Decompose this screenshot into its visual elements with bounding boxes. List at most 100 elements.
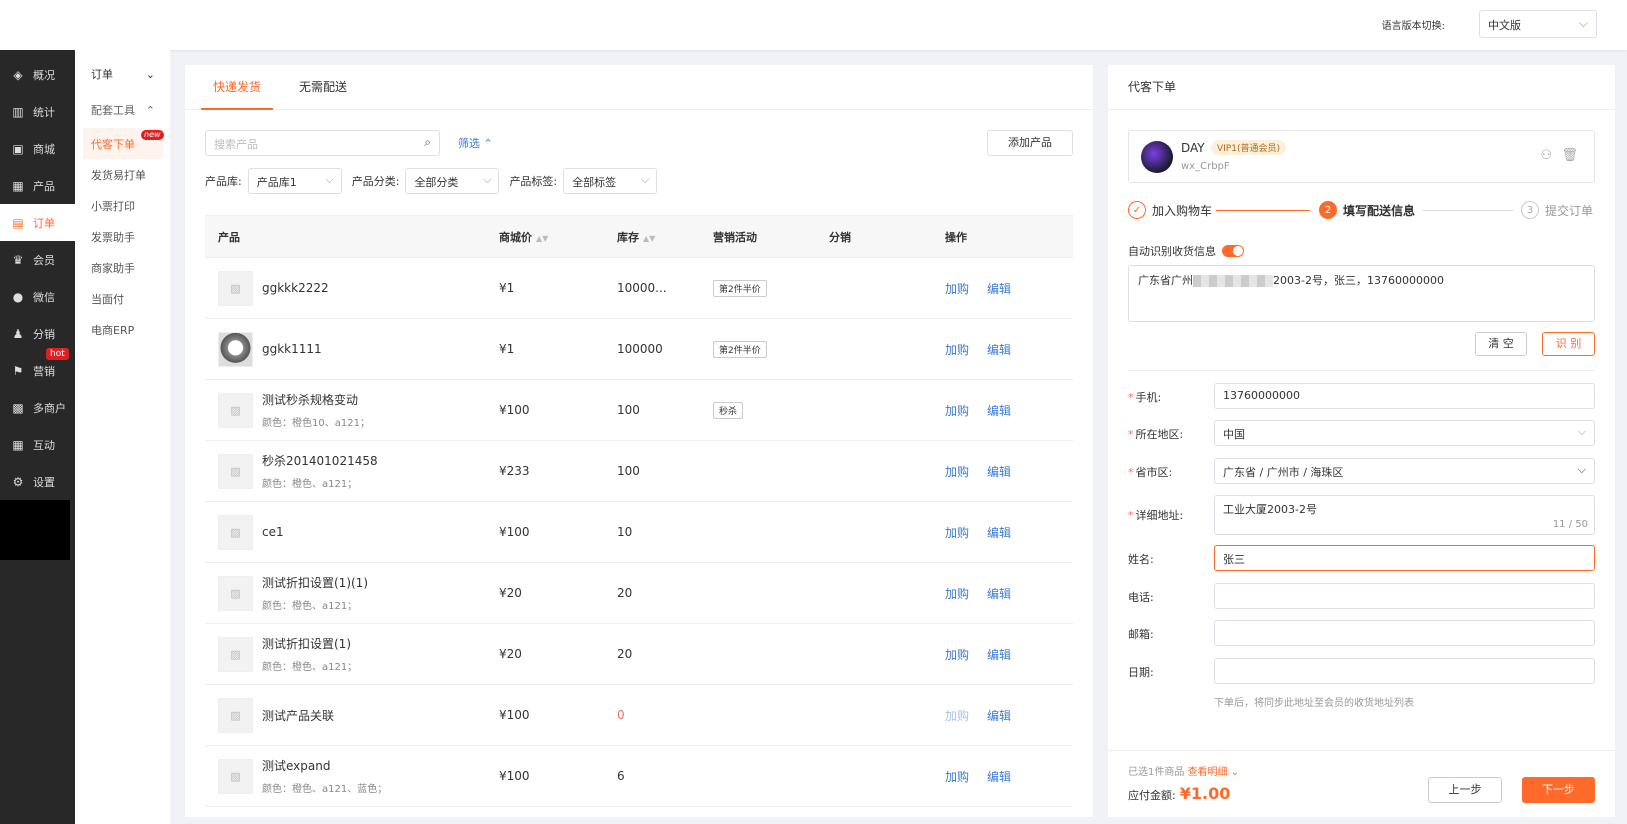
switch-user-icon[interactable]: ⚇ [1540, 148, 1552, 163]
search-icon[interactable]: ⌕ [424, 135, 431, 150]
address-paste-area[interactable]: 广东省广州 2003-2号，张三，13760000000 [1128, 265, 1595, 322]
tab-no-delivery[interactable]: 无需配送 [287, 65, 359, 110]
tel-input[interactable] [1214, 583, 1595, 609]
add-product-button[interactable]: 添加产品 [987, 130, 1073, 156]
product-panel: 快递发货 无需配送 搜索产品 ⌕ 筛选 ⌃ 添加产品 产品库: 产品库1 ⌵ 产品… [185, 65, 1093, 817]
address-textarea[interactable]: 工业大厦2003-2号 11 / 50 [1214, 495, 1595, 535]
product-name: 测试折扣设置(1)(1) [262, 576, 368, 590]
add-to-cart-link[interactable]: 加购 [945, 343, 969, 357]
edit-link[interactable]: 编辑 [987, 526, 1011, 540]
add-to-cart-link[interactable]: 加购 [945, 587, 969, 601]
add-to-cart-link[interactable]: 加购 [945, 282, 969, 296]
sidebar-item-distribution[interactable]: ♟ 分销 [0, 315, 75, 352]
grid-icon: ▦ [12, 178, 24, 193]
table-row: ▨ 测试产品关联 ¥100 0 加购 编辑 [205, 685, 1073, 746]
main-sidebar: ◈ 概况 ▥ 统计 ▣ 商城 ▦ 产品 ▤ 订单 ♛ 会员 ● 微信 ♟ 分销 ⚑ 营销 hot ▩… [0, 50, 75, 824]
table-row: ▨ 测试折扣设置(1)(1) 颜色：橙色、a121； ¥20 20 加购 编辑 [205, 563, 1073, 624]
tag-select[interactable]: 全部标签 ⌵ [563, 168, 658, 194]
table-row: ▨ ce1 ¥100 10 加购 编辑 [205, 502, 1073, 563]
edit-link[interactable]: 编辑 [987, 465, 1011, 479]
library-select[interactable]: 产品库1 ⌵ [247, 168, 342, 194]
subnav-item-merchant-helper[interactable]: 商家助手 [75, 252, 170, 283]
table-row: ▨ 秒杀201401021458 颜色：橙色、a121； ¥233 100 加购 编辑 [205, 441, 1073, 502]
product-price: ¥100 [499, 525, 530, 539]
tab-express[interactable]: 快递发货 [201, 65, 274, 110]
sidebar-item-shop[interactable]: ▣ 商城 [0, 130, 75, 167]
zip-input[interactable] [1214, 620, 1595, 646]
crown-icon: ♛ [12, 252, 24, 267]
pcd-row: * 省市区: 广东省 / 广州市 / 海珠区 ⌵ [1128, 458, 1595, 484]
step-fill-info: 2 填写配送信息 [1319, 201, 1415, 219]
phone-input[interactable]: 13760000000 [1214, 383, 1595, 409]
table-row: ▨ 测试expand 颜色：橙色、a121、蓝色； ¥100 6 加购 编辑 [205, 746, 1073, 807]
add-to-cart-link[interactable]: 加购 [945, 526, 969, 540]
product-price: ¥1 [499, 281, 515, 295]
name-input[interactable]: 张三 [1214, 545, 1595, 571]
edit-link[interactable]: 编辑 [987, 770, 1011, 784]
sidebar-item-interact[interactable]: ▦ 互动 [0, 426, 75, 463]
layers-icon: ◈ [13, 67, 23, 82]
image-placeholder-icon: ▨ [218, 392, 253, 428]
subnav-group-tools[interactable]: 配套工具 ⌃ [75, 92, 170, 128]
clear-button[interactable]: 清 空 [1475, 332, 1527, 356]
auto-recognize-toggle[interactable] [1222, 245, 1244, 257]
edit-link[interactable]: 编辑 [987, 282, 1011, 296]
search-input[interactable]: 搜索产品 ⌕ [205, 130, 440, 156]
product-price: ¥1 [499, 342, 515, 356]
trash-icon[interactable]: 🗑 [1561, 148, 1578, 163]
pcd-cascader[interactable]: 广东省 / 广州市 / 海珠区 ⌵ [1214, 458, 1595, 484]
edit-link[interactable]: 编辑 [987, 587, 1011, 601]
image-placeholder-icon: ▨ [218, 575, 253, 611]
add-to-cart-link[interactable]: 加购 [945, 648, 969, 662]
divider [1128, 370, 1595, 371]
subnav-group-order[interactable]: 订单 ⌄ [75, 56, 170, 92]
subnav-item-shipping-print[interactable]: 发货易打单 [75, 159, 170, 190]
edit-link[interactable]: 编辑 [987, 343, 1011, 357]
image-placeholder-icon: ▨ [218, 270, 253, 306]
sidebar-item-settings[interactable]: ⚙ 设置 [0, 463, 75, 500]
col-price[interactable]: 商城价 ▲▼ [495, 229, 617, 245]
subnav-item-face-pay[interactable]: 当面付 [75, 283, 170, 314]
next-step-button[interactable]: 下一步 [1522, 777, 1595, 803]
add-to-cart-link[interactable]: 加购 [945, 770, 969, 784]
sidebar-item-merchant[interactable]: ▩ 多商户 [0, 389, 75, 426]
col-stock[interactable]: 库存 ▲▼ [617, 229, 713, 245]
top-bar: 语言版本切换: 中文版 ⌵ [0, 0, 1627, 50]
subnav-item-erp[interactable]: 电商ERP [75, 314, 170, 345]
date-input[interactable] [1214, 658, 1595, 684]
edit-link[interactable]: 编辑 [987, 648, 1011, 662]
sidebar-item-product[interactable]: ▦ 产品 [0, 167, 75, 204]
category-select[interactable]: 全部分类 ⌵ [405, 168, 500, 194]
language-select[interactable]: 中文版 ⌵ [1479, 10, 1597, 38]
subnav-item-proxy-order[interactable]: 代客下单 new [83, 128, 164, 159]
subnav-item-receipt-print[interactable]: 小票打印 [75, 190, 170, 221]
edit-link[interactable]: 编辑 [987, 404, 1011, 418]
sidebar-item-overview[interactable]: ◈ 概况 [0, 56, 75, 93]
zip-row: 邮箱: [1128, 620, 1595, 646]
add-to-cart-link[interactable]: 加购 [945, 465, 969, 479]
view-detail-link[interactable]: 查看明细 ⌄ [1188, 767, 1240, 778]
chevron-down-icon: ⌵ [1577, 463, 1586, 476]
add-to-cart-link[interactable]: 加购 [945, 404, 969, 418]
prev-step-button[interactable]: 上一步 [1428, 777, 1502, 803]
product-stock: 100 [617, 464, 640, 478]
filter-toggle[interactable]: 筛选 ⌃ [458, 135, 493, 151]
product-price: ¥100 [499, 769, 530, 783]
distribution-icon: ♟ [12, 326, 24, 341]
sidebar-item-order[interactable]: ▤ 订单 [0, 204, 75, 241]
region-select[interactable]: 中国 ⌵ [1214, 420, 1595, 446]
chevron-down-icon: ⌵ [1578, 16, 1588, 30]
edit-link[interactable]: 编辑 [987, 709, 1011, 723]
sort-icon: ▲▼ [536, 233, 549, 243]
sidebar-item-member[interactable]: ♛ 会员 [0, 241, 75, 278]
library-label: 产品库: [205, 175, 242, 188]
sidebar-item-stats[interactable]: ▥ 统计 [0, 93, 75, 130]
shop-icon: ▣ [12, 141, 24, 156]
product-spec: 颜色：橙色、a121； [262, 479, 358, 490]
subnav-item-invoice[interactable]: 发票助手 [75, 221, 170, 252]
sidebar-item-wechat[interactable]: ● 微信 [0, 278, 75, 315]
recognize-button[interactable]: 识 别 [1542, 332, 1595, 356]
step-number: 2 [1319, 201, 1337, 219]
image-placeholder-icon: ▨ [218, 453, 253, 489]
sidebar-item-marketing[interactable]: ⚑ 营销 hot [0, 348, 75, 389]
